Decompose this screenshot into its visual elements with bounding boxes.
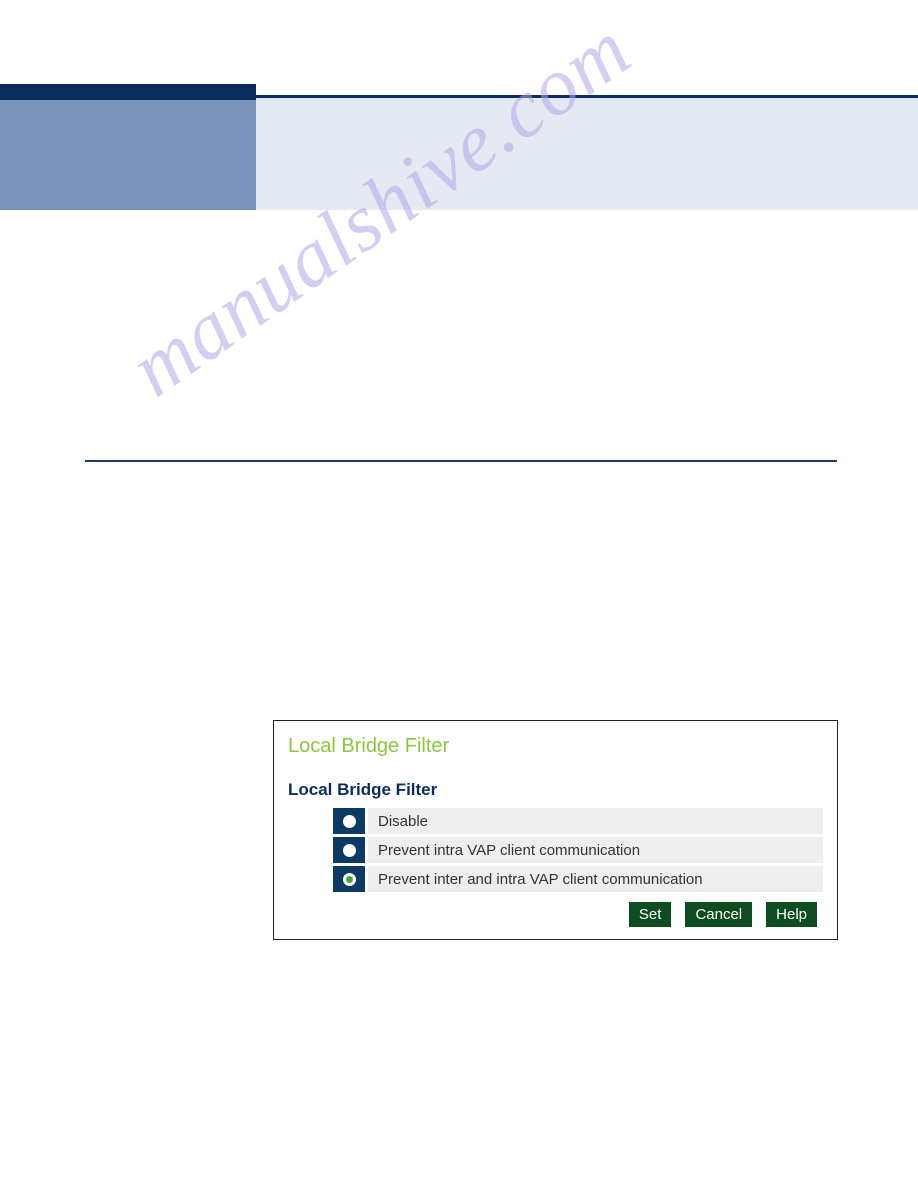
- radio-option-disable[interactable]: Disable: [333, 808, 823, 834]
- set-button[interactable]: Set: [629, 902, 672, 927]
- section-divider: [85, 460, 837, 462]
- radio-button[interactable]: [333, 866, 365, 892]
- radio-label: Disable: [368, 808, 823, 834]
- top-accent-bar: [0, 84, 256, 100]
- local-bridge-filter-panel: Local Bridge Filter Local Bridge Filter …: [273, 720, 838, 940]
- radio-button[interactable]: [333, 808, 365, 834]
- panel-title: Local Bridge Filter: [288, 735, 823, 758]
- radio-button[interactable]: [333, 837, 365, 863]
- radio-label: Prevent inter and intra VAP client commu…: [368, 866, 823, 892]
- radio-option-intra[interactable]: Prevent intra VAP client communication: [333, 837, 823, 863]
- panel-subtitle: Local Bridge Filter: [288, 780, 823, 800]
- header-right-block: [256, 98, 918, 210]
- cancel-button[interactable]: Cancel: [685, 902, 752, 927]
- button-row: Set Cancel Help: [288, 902, 823, 927]
- radio-option-inter-intra[interactable]: Prevent inter and intra VAP client commu…: [333, 866, 823, 892]
- help-button[interactable]: Help: [766, 902, 817, 927]
- radio-label: Prevent intra VAP client communication: [368, 837, 823, 863]
- header-left-block: [0, 100, 256, 210]
